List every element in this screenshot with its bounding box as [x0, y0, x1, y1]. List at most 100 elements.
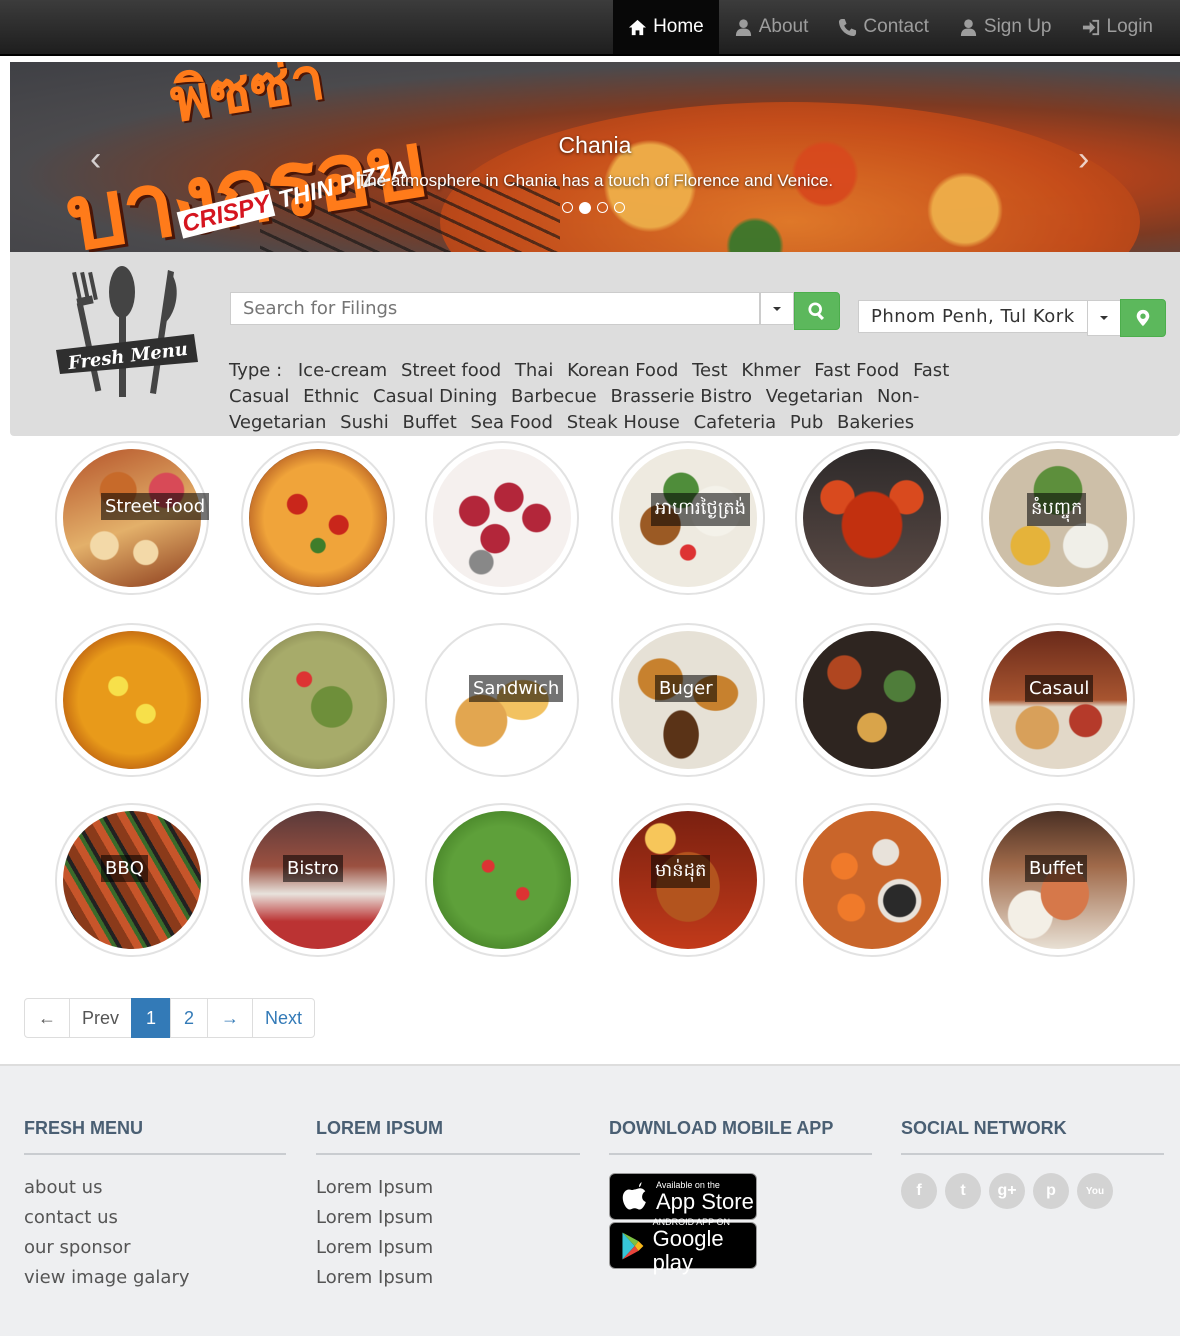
search-button[interactable]	[794, 292, 840, 330]
map-marker-icon	[1136, 309, 1150, 327]
food-item-sushi[interactable]	[795, 803, 949, 957]
next-page-button[interactable]: Next	[252, 998, 316, 1038]
footer-link-sponsor[interactable]: our sponsor	[24, 1233, 286, 1263]
type-link[interactable]: Casual Dining	[373, 386, 497, 407]
food-item-label: នំបញ្ចុក	[1027, 493, 1087, 526]
first-page-button[interactable]: ←	[24, 998, 70, 1038]
type-link[interactable]: Buffet	[403, 412, 457, 433]
food-item-lunch[interactable]: អាហារថ្ងៃត្រង់	[611, 441, 765, 595]
login-icon	[1082, 19, 1099, 35]
type-link[interactable]: Ethnic	[303, 386, 359, 407]
type-link[interactable]: Cafeteria	[694, 412, 777, 433]
location-button[interactable]	[1120, 299, 1166, 337]
google-play-button[interactable]: ANDROID APP ON Google play	[609, 1217, 757, 1274]
footer-link[interactable]: Lorem Ipsum	[316, 1263, 580, 1293]
type-link[interactable]: Sushi	[340, 412, 389, 433]
type-link[interactable]: Pub	[790, 412, 823, 433]
food-item-soup[interactable]	[55, 623, 209, 777]
google-plus-icon[interactable]: g+	[989, 1173, 1025, 1209]
user-icon	[960, 18, 976, 36]
page-2-button[interactable]: 2	[170, 998, 209, 1038]
type-link[interactable]: Fast Food	[814, 360, 899, 381]
next-arrow-button[interactable]: →	[207, 998, 254, 1038]
food-item-roast-chicken[interactable]: មាន់ដុត	[611, 803, 765, 957]
type-link[interactable]: Vegetarian	[766, 386, 863, 407]
type-link[interactable]: Ice-cream	[298, 360, 387, 381]
youtube-icon[interactable]: You	[1077, 1173, 1113, 1209]
footer-link[interactable]: Lorem Ipsum	[316, 1173, 580, 1203]
nav-contact[interactable]: Contact	[823, 0, 943, 54]
carousel-indicator[interactable]	[562, 202, 573, 213]
nav-signup[interactable]: Sign Up	[944, 0, 1067, 54]
food-item-burger[interactable]: Buger	[611, 623, 765, 777]
type-link[interactable]: Steak House	[567, 412, 680, 433]
food-item-buffet[interactable]: Buffet	[981, 803, 1135, 957]
carousel-indicator[interactable]	[597, 202, 608, 213]
social-icons: f t g+ p You	[901, 1173, 1164, 1209]
type-link[interactable]: Street food	[401, 360, 501, 381]
food-item-platter[interactable]	[795, 623, 949, 777]
pagination: ← Prev 1 2 → Next	[24, 998, 316, 1038]
type-link[interactable]: Brasserie Bistro	[610, 386, 752, 407]
app-store-button[interactable]: Available on the App Store	[609, 1173, 757, 1220]
food-item-label: មាន់ដុត	[651, 855, 711, 888]
food-item-bbq[interactable]: BBQ	[55, 803, 209, 957]
food-item-curry[interactable]	[241, 623, 395, 777]
search-input[interactable]	[230, 292, 760, 325]
food-item-casual[interactable]: Casaul	[981, 623, 1135, 777]
food-image	[433, 811, 571, 949]
food-item-label: Buffet	[1025, 855, 1088, 882]
carousel-caption: Chania The atmosphere in Chania has a to…	[10, 132, 1180, 191]
food-image	[803, 811, 941, 949]
carousel-next-arrow[interactable]: ›	[1078, 140, 1089, 179]
type-link[interactable]: Bakeries	[837, 412, 914, 433]
footer-col-download: DOWNLOAD MOBILE APP Available on the App …	[609, 1118, 872, 1274]
phone-icon	[839, 18, 857, 36]
appstore-small-text: Available on the	[656, 1179, 720, 1190]
food-item-label: Casaul	[1025, 675, 1094, 702]
location-input[interactable]	[858, 300, 1088, 333]
food-image	[803, 631, 941, 769]
google-play-icon	[622, 1231, 644, 1260]
page-1-button[interactable]: 1	[131, 998, 172, 1038]
carousel-prev-arrow[interactable]: ‹	[90, 140, 101, 179]
carousel-indicator-active[interactable]	[579, 202, 591, 214]
nav-login[interactable]: Login	[1067, 0, 1169, 54]
type-link[interactable]: Barbecue	[511, 386, 597, 407]
user-icon	[735, 18, 751, 36]
footer-link-gallery[interactable]: view image galary	[24, 1263, 286, 1293]
nav-about[interactable]: About	[719, 0, 824, 54]
prev-page-button[interactable]: Prev	[69, 998, 133, 1038]
footer-link[interactable]: Lorem Ipsum	[316, 1203, 580, 1233]
nav-about-label: About	[758, 16, 809, 37]
food-item-street-food[interactable]: Street food	[55, 441, 210, 595]
food-item-ice-cream[interactable]	[425, 441, 579, 595]
location-dropdown-button[interactable]	[1087, 300, 1121, 336]
type-link[interactable]: Korean Food	[567, 360, 678, 381]
footer-link-about[interactable]: about us	[24, 1173, 286, 1203]
food-item-pizza[interactable]	[241, 441, 395, 595]
food-item-noodle[interactable]: នំបញ្ចុក	[981, 441, 1135, 595]
nav-home-label: Home	[653, 16, 704, 37]
footer-link[interactable]: Lorem Ipsum	[316, 1233, 580, 1263]
type-link[interactable]: Test	[692, 360, 727, 381]
carousel-indicator[interactable]	[614, 202, 625, 213]
food-image	[249, 631, 387, 769]
food-item-crab[interactable]	[795, 441, 949, 595]
food-image	[249, 449, 387, 587]
food-item-sandwich[interactable]: Sandwich	[425, 623, 579, 777]
nav-home[interactable]: Home	[613, 0, 719, 54]
twitter-icon[interactable]: t	[945, 1173, 981, 1209]
pinterest-icon[interactable]: p	[1033, 1173, 1069, 1209]
facebook-icon[interactable]: f	[901, 1173, 937, 1209]
search-dropdown-button[interactable]	[760, 292, 794, 325]
caret-down-icon	[1100, 316, 1108, 320]
footer-link-contact[interactable]: contact us	[24, 1203, 286, 1233]
type-link[interactable]: Thai	[515, 360, 553, 381]
food-item-label: Bistro	[283, 855, 343, 882]
food-item-bistro[interactable]: Bistro	[241, 803, 395, 957]
type-link[interactable]: Sea Food	[471, 412, 553, 433]
carousel-indicators	[562, 202, 625, 214]
food-item-salad[interactable]	[425, 803, 579, 957]
type-link[interactable]: Khmer	[741, 360, 800, 381]
